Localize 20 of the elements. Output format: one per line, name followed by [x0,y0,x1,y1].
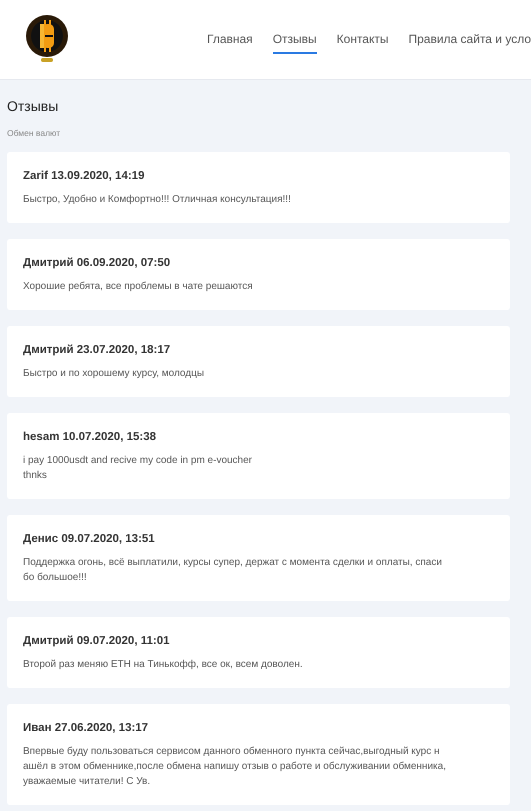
review-author: Денис 09.07.2020, 13:51 [23,533,156,545]
review-text: i pay 1000usdt and recive my code in pm e-voucher thnks [23,454,254,483]
review-text: Поддержка огонь, всё выплатили, курсы супер, держат с момента сделки и оплаты, спаси бо большое!!! [23,556,443,585]
review-author: Дмитрий 09.07.2020, 11:01 [23,635,170,647]
nav-tab[interactable]: Контакты [336,26,388,54]
review-author: Дмитрий 06.09.2020, 07:50 [23,257,172,269]
review-author: hesam 10.07.2020, 15:38 [23,431,157,443]
review-author: Дмитрий 23.07.2020, 18:17 [23,344,172,356]
page-title: Отзывы [7,98,60,114]
review-text: Быстро, Удобно и Комфортно!!! Отличная консультация!!! [23,193,292,207]
review-text: Быстро и по хорошему курсу, молодцы [23,367,206,381]
breadcrumb: Обмен валют [7,128,62,138]
review-author: Иван 27.06.2020, 13:17 [23,722,150,734]
review-text: Впервые буду пользоваться сервисом данного обменного пункта сейчас,выгодный курс н ашёл в этом обменнике,после обмена напишу отзыв о работе и обслуживании обменника, уважаемые читатели! С Ув. [23,745,447,789]
review-text: Второй раз меняю ETH на Тинькофф, все ок, всем доволен. [23,658,304,672]
review-author: Zarif 13.09.2020, 14:19 [23,170,146,182]
nav-tab[interactable]: Правила сайта и усло [408,26,531,54]
nav-tab[interactable]: Главная [207,26,253,54]
review-text: Хорошие ребята, все проблемы в чате решаются [23,280,254,294]
nav-tab[interactable]: Отзывы [272,26,317,54]
